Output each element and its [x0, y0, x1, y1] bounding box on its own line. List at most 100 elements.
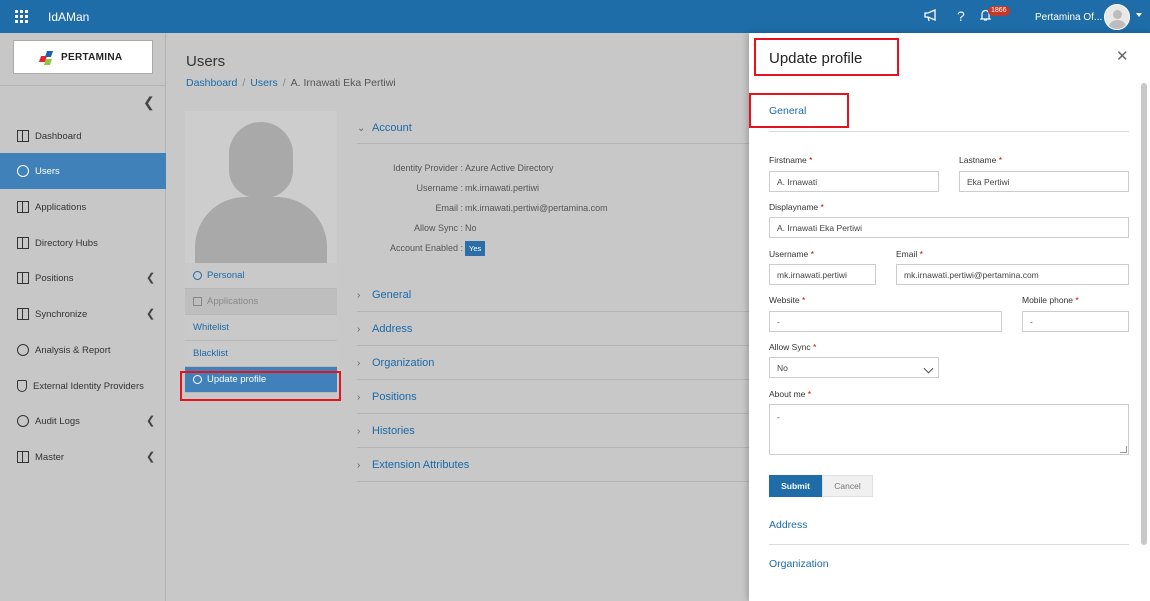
company-logo: PERTAMINA: [13, 40, 153, 74]
chevron-down-icon: ⌄: [357, 122, 366, 134]
accordion-general[interactable]: › General: [357, 289, 411, 301]
profile-menu-personal[interactable]: Personal: [185, 263, 337, 289]
chevron-right-icon: ›: [357, 425, 361, 437]
collapse-sidebar-icon[interactable]: ❮: [143, 94, 155, 111]
sidebar-item-positions[interactable]: Positions ❮: [0, 260, 166, 296]
pertamina-logo-mark: [38, 51, 56, 65]
app-title[interactable]: IdAMan: [48, 10, 89, 24]
resize-handle-icon[interactable]: [1120, 446, 1127, 453]
breadcrumb-users[interactable]: Users: [250, 77, 277, 89]
chevron-right-icon: ›: [357, 459, 361, 471]
info-key: Username :: [416, 183, 463, 193]
submit-button[interactable]: Submit: [769, 475, 822, 497]
breadcrumb-current: A. Irnawati Eka Pertiwi: [290, 77, 396, 89]
highlight-box: [180, 371, 341, 401]
close-icon[interactable]: ✕: [1116, 47, 1129, 65]
sidebar-item-label: Synchronize: [35, 308, 88, 320]
displayname-field[interactable]: A. Irnawati Eka Pertiwi: [769, 217, 1129, 238]
profile-menu-label: Applications: [207, 296, 259, 307]
positions-icon: [17, 272, 29, 284]
firstname-label: Firstname *: [769, 155, 813, 165]
info-value: Azure Active Directory: [465, 163, 554, 173]
sidebar-item-external-idp[interactable]: External Identity Providers: [0, 368, 166, 404]
mobile-phone-field[interactable]: -: [1022, 311, 1129, 332]
chevron-right-icon: ›: [357, 391, 361, 403]
sidebar: PERTAMINA ❮ Dashboard Users Applications…: [0, 33, 166, 601]
page-title: Users: [186, 53, 226, 70]
accordion-address[interactable]: › Address: [357, 323, 412, 335]
divider: [769, 131, 1129, 132]
sidebar-item-label: Directory Hubs: [35, 237, 98, 249]
scrollbar[interactable]: [1141, 83, 1147, 545]
directory-icon: [17, 237, 29, 249]
sidebar-item-audit-logs[interactable]: Audit Logs ❮: [0, 403, 166, 439]
accordion-label: General: [372, 289, 412, 301]
chevron-down-icon[interactable]: [1136, 13, 1142, 17]
sidebar-item-label: Audit Logs: [35, 415, 80, 427]
username-label: Username *: [769, 249, 814, 259]
allow-sync-label: Allow Sync *: [769, 342, 817, 352]
sidebar-item-dashboard[interactable]: Dashboard: [0, 118, 166, 154]
help-icon[interactable]: ?: [957, 8, 965, 24]
email-field[interactable]: mk.irnawati.pertiwi@pertamina.com: [896, 264, 1129, 285]
divider: [769, 544, 1129, 545]
info-key: Identity Provider :: [392, 163, 463, 173]
sidebar-item-label: Positions: [35, 272, 74, 284]
sidebar-item-users[interactable]: Users: [0, 153, 166, 189]
accordion-histories[interactable]: › Histories: [357, 425, 415, 437]
mobile-phone-label: Mobile phone *: [1022, 295, 1079, 305]
accordion-organization[interactable]: › Organization: [357, 357, 434, 369]
sidebar-item-master[interactable]: Master ❮: [0, 439, 166, 475]
profile-menu-label: Blacklist: [193, 348, 228, 359]
accordion-account[interactable]: ⌄ Account: [357, 122, 412, 134]
info-key: Email :: [435, 203, 463, 213]
info-allow-sync: Allow Sync : No: [357, 223, 757, 233]
lastname-field[interactable]: Eka Pertiwi: [959, 171, 1129, 192]
highlight-box: [749, 93, 849, 128]
username-field[interactable]: mk.irnawati.pertiwi: [769, 264, 876, 285]
info-value: No: [465, 223, 477, 233]
chevron-left-icon: ❮: [146, 415, 156, 427]
apps-grid-icon[interactable]: [15, 10, 28, 23]
accordion-extension-attributes[interactable]: › Extension Attributes: [357, 459, 469, 471]
sidebar-item-label: Applications: [35, 201, 87, 213]
sidebar-item-applications[interactable]: Applications: [0, 189, 166, 225]
firstname-field[interactable]: A. Irnawati: [769, 171, 939, 192]
sidebar-item-label: Dashboard: [35, 130, 82, 142]
sidebar-item-analysis-report[interactable]: Analysis & Report: [0, 332, 166, 368]
accordion-label: Address: [372, 323, 413, 335]
website-field[interactable]: -: [769, 311, 1002, 332]
info-key: Account Enabled :: [389, 242, 463, 253]
allow-sync-select[interactable]: No: [769, 357, 939, 378]
dashboard-icon: [17, 130, 29, 142]
cancel-button[interactable]: Cancel: [822, 475, 873, 497]
breadcrumb-dashboard[interactable]: Dashboard: [186, 77, 237, 89]
megaphone-icon[interactable]: [924, 9, 939, 25]
profile-menu-whitelist[interactable]: Whitelist: [185, 315, 337, 341]
divider: [357, 345, 757, 346]
chevron-left-icon: ❮: [146, 272, 156, 284]
info-value: mk.irnawati.pertiwi: [465, 183, 540, 193]
person-icon: [193, 271, 202, 280]
chevron-left-icon: ❮: [146, 308, 156, 320]
info-identity-provider: Identity Provider : Azure Active Director…: [357, 163, 757, 173]
user-name[interactable]: Pertamina Of...: [1035, 12, 1102, 23]
divider: [357, 447, 757, 448]
info-value: mk.irnawati.pertiwi@pertamina.com: [465, 203, 608, 213]
panel-section-organization[interactable]: Organization: [769, 558, 829, 570]
profile-menu-applications: Applications: [185, 289, 337, 315]
divider: [357, 379, 757, 380]
about-me-textarea[interactable]: -: [769, 404, 1129, 455]
accordion-label: Organization: [372, 357, 435, 369]
divider: [357, 311, 757, 312]
sidebar-item-directory-hubs[interactable]: Directory Hubs: [0, 225, 166, 261]
chevron-right-icon: ›: [357, 289, 361, 301]
history-icon: [17, 415, 29, 427]
user-avatar[interactable]: [1104, 4, 1130, 30]
displayname-label: Displayname *: [769, 202, 824, 212]
accordion-positions[interactable]: › Positions: [357, 391, 417, 403]
panel-section-address[interactable]: Address: [769, 519, 808, 531]
profile-menu-blacklist[interactable]: Blacklist: [185, 341, 337, 367]
highlight-box: [754, 38, 899, 76]
sidebar-item-synchronize[interactable]: Synchronize ❮: [0, 296, 166, 332]
